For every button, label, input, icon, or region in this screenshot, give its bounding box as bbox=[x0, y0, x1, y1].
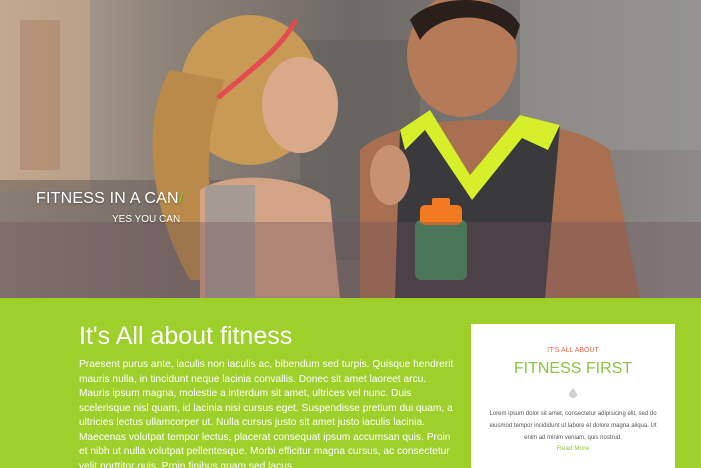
hero-overlay bbox=[0, 222, 701, 298]
hero-tagline-slash: / bbox=[178, 190, 184, 207]
card-text: Lorem ipsum dolor sit amet, consectetur … bbox=[489, 411, 657, 441]
hero-tagline: FITNESS IN A CAN/ bbox=[36, 190, 183, 208]
hero-subtagline: YES YOU CAN bbox=[112, 214, 181, 225]
card-title: FITNESS FIRST bbox=[513, 360, 633, 377]
card-eyebrow: IT'S ALL ABOUT bbox=[547, 347, 599, 354]
hero-tagline-text: FITNESS IN A CAN bbox=[36, 190, 179, 207]
feature-card: IT'S ALL ABOUT FITNESS FIRST Lorem ipsum… bbox=[471, 324, 675, 468]
hero-banner: FITNESS IN A CAN/ YES YOU CAN bbox=[0, 0, 701, 298]
read-more-link[interactable]: Read More bbox=[471, 445, 675, 452]
drop-icon bbox=[569, 388, 577, 398]
about-heading: It's All about fitness bbox=[79, 322, 293, 350]
about-body: Praesent purus ante, iaculis non iaculis… bbox=[79, 359, 454, 468]
about-section: It's All about fitness Praesent purus an… bbox=[0, 298, 701, 468]
